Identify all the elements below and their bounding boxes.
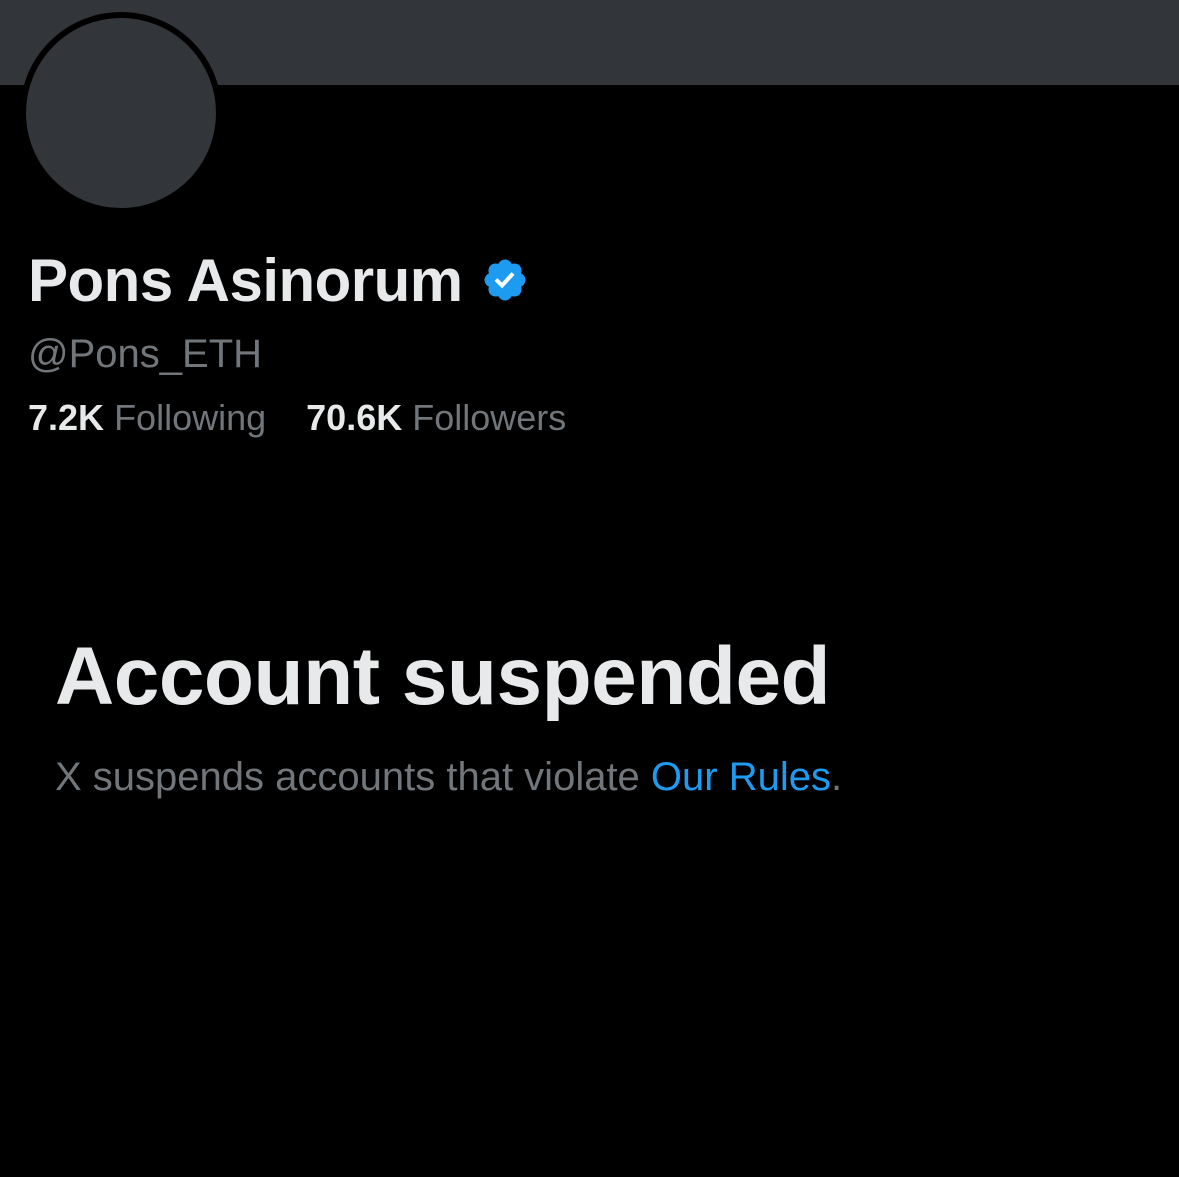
avatar [20,12,222,214]
followers-link[interactable]: 70.6K Followers [306,397,566,439]
followers-label: Followers [412,397,567,438]
our-rules-link[interactable]: Our Rules [651,755,831,799]
profile-page: Pons Asinorum @Pons_ETH 7.2K Following 7… [0,0,1179,1177]
profile-handle: @Pons_ETH [28,332,263,376]
suspension-description-suffix: . [830,755,843,799]
following-count: 7.2K [28,397,105,438]
following-label: Following [114,397,267,438]
suspension-description: X suspends accounts that violate Our Rul… [55,755,842,800]
suspension-title: Account suspended [55,631,831,722]
followers-count: 70.6K [306,397,403,438]
display-name: Pons Asinorum [28,247,463,314]
following-link[interactable]: 7.2K Following [28,397,266,439]
suspension-description-prefix: X suspends accounts that violate [55,755,651,799]
profile-name-row: Pons Asinorum [28,246,529,315]
verified-badge-icon [463,252,529,309]
verified-badge-svg [484,259,526,301]
profile-stats: 7.2K Following 70.6K Followers [28,397,596,439]
